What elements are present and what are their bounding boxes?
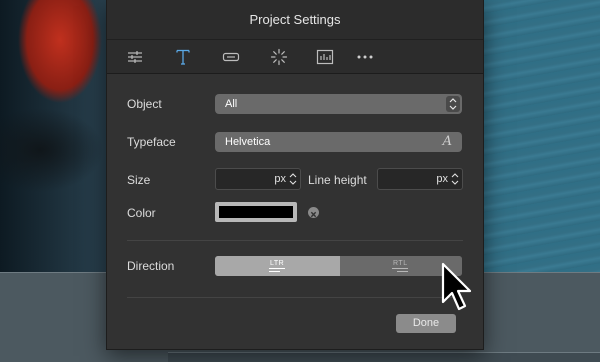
mouse-cursor-icon bbox=[441, 262, 472, 311]
chart-icon[interactable] bbox=[315, 47, 335, 67]
size-input[interactable]: px bbox=[215, 168, 301, 190]
typeface-label: Typeface bbox=[127, 135, 176, 149]
section-divider bbox=[127, 240, 463, 241]
spinner-icon[interactable] bbox=[269, 47, 289, 67]
rtl-glyph: RTL bbox=[393, 260, 408, 267]
done-button[interactable]: Done bbox=[396, 314, 456, 333]
line-height-stepper-icon[interactable] bbox=[451, 172, 459, 186]
line-height-label: Line height bbox=[308, 173, 367, 187]
direction-segmented-control: LTR RTL bbox=[215, 256, 462, 276]
settings-toolbar bbox=[107, 40, 483, 74]
typeface-value: Helvetica bbox=[225, 136, 271, 148]
line-height-input[interactable]: px bbox=[377, 168, 463, 190]
color-swatch bbox=[219, 206, 293, 218]
text-icon[interactable] bbox=[173, 47, 193, 67]
ltr-glyph: LTR bbox=[270, 260, 285, 267]
direction-label: Direction bbox=[127, 259, 175, 273]
object-select-value: All bbox=[225, 98, 238, 110]
select-stepper-icon bbox=[446, 96, 460, 112]
dialog-title: Project Settings bbox=[107, 0, 483, 40]
project-settings-dialog: Project Settings Object All Typeface Hel… bbox=[106, 0, 484, 350]
button-icon[interactable] bbox=[221, 47, 241, 67]
direction-ltr-button[interactable]: LTR bbox=[215, 256, 340, 276]
size-unit: px bbox=[274, 173, 286, 185]
object-label: Object bbox=[127, 97, 162, 111]
line-height-unit: px bbox=[436, 173, 448, 185]
more-icon[interactable] bbox=[355, 47, 375, 67]
font-picker-icon[interactable]: A bbox=[443, 132, 452, 152]
footer-divider bbox=[127, 297, 463, 298]
rtl-lines-icon bbox=[392, 268, 408, 272]
color-well[interactable] bbox=[215, 202, 297, 222]
background-water bbox=[480, 0, 600, 272]
sliders-icon[interactable] bbox=[125, 47, 145, 67]
clear-color-icon[interactable] bbox=[308, 207, 319, 218]
object-select[interactable]: All bbox=[215, 94, 462, 114]
ltr-lines-icon bbox=[269, 268, 285, 272]
size-label: Size bbox=[127, 173, 151, 187]
color-label: Color bbox=[127, 206, 156, 220]
typeface-field[interactable]: Helvetica A bbox=[215, 132, 462, 152]
size-stepper-icon[interactable] bbox=[289, 172, 297, 186]
